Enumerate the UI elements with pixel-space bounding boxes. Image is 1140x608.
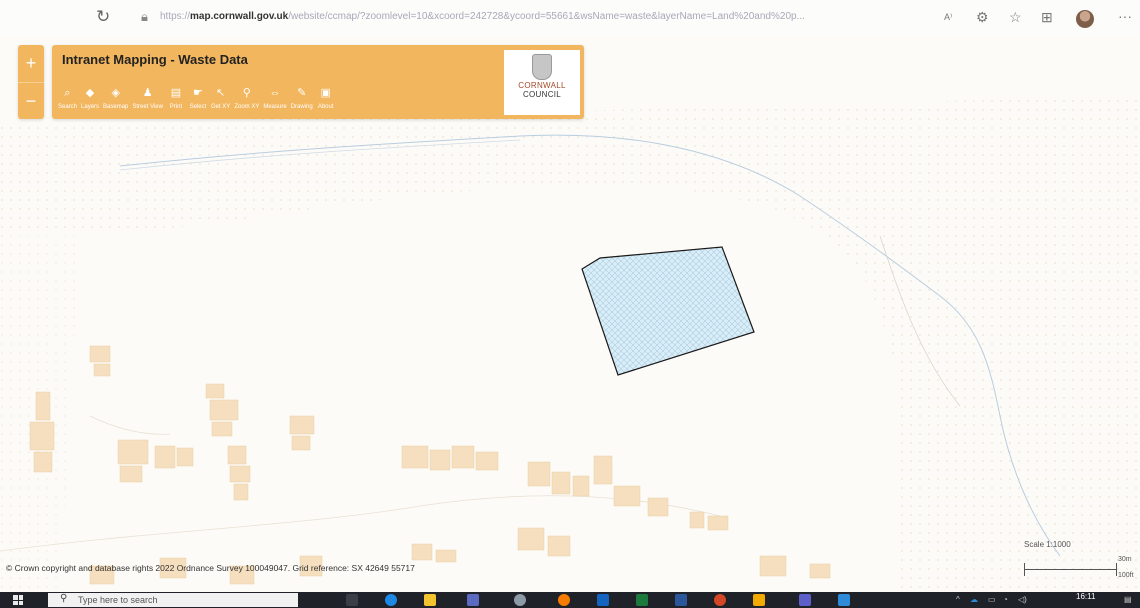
volume-icon[interactable]: ◁) [1018,595,1027,604]
tool-label: Select [189,104,207,110]
zoom-out-button[interactable]: − [18,82,44,119]
search-icon: ⚲ [60,593,68,604]
windows-start-icon[interactable] [13,595,23,605]
tool-layers[interactable]: ◆ Layers [81,85,99,110]
print-icon: ▤ [170,87,182,99]
tool-label: About [317,104,334,110]
woodland-area [0,96,1140,592]
paint-icon[interactable] [514,594,526,606]
scale-feet: 100ft [1118,572,1134,579]
copyright-text: © Crown copyright and database rights 20… [6,563,415,573]
zoom-control: + − [18,45,44,119]
tool-print[interactable]: ▤ Print [167,85,185,110]
layers-icon: ◆ [85,87,95,99]
buildings [29,345,831,585]
read-aloud-icon[interactable]: A⁾ [944,12,952,23]
scale-tick [1116,563,1117,576]
tool-label: Drawing [290,104,313,110]
url-prefix: https:// [160,11,191,22]
url-path: /website/ccmap/?zoomlevel=10&xcoord=2427… [288,11,805,22]
notifications-icon[interactable]: ▤ [1124,595,1132,604]
url-domain: map.cornwall.gov.uk [190,11,289,22]
refresh-icon[interactable]: ↻ [96,7,110,27]
excel-icon[interactable] [636,594,648,606]
cornwall-council-logo: CORNWALL COUNCIL [504,50,580,115]
file-explorer-icon[interactable] [424,594,436,606]
tool-label: Layers [81,104,100,110]
tool-zoom-xy[interactable]: ⚲ Zoom XY [234,85,259,110]
toolbar-panel: Intranet Mapping - Waste Data ⌕ Search ◆… [52,45,584,119]
url-field[interactable]: https://map.cornwall.gov.uk/website/ccma… [160,11,940,22]
zoom-xy-icon: ⚲ [242,87,251,99]
tool-label: Zoom XY [234,104,260,110]
tool-drawing[interactable]: ✎ Drawing [291,85,313,110]
search-icon: ⌕ [64,87,71,99]
powerpoint-icon[interactable] [714,594,726,606]
tool-label: Street View [132,104,163,110]
chrome-icon[interactable] [558,594,570,606]
network-icon[interactable]: ◔ [1003,595,1008,604]
logo-line-1: CORNWALL [518,81,566,90]
scale-tick [1024,563,1025,576]
clock[interactable]: 16:11 [1076,592,1095,601]
favorites-icon[interactable]: ☆ [1009,9,1022,26]
search-placeholder: Type here to search [78,595,158,605]
tool-label: Get XY [210,104,231,110]
tool-list: ⌕ Search ◆ Layers ◈ Basemap ♟ Street Vie… [58,85,339,110]
scale-label: Scale 1:1000 [1024,540,1071,549]
logo-line-2: COUNCIL [522,90,562,99]
tool-label: Search [58,104,78,110]
basemap-icon: ◈ [111,87,120,99]
browser-address-bar: ↻ 🔒︎ https://map.cornwall.gov.uk/website… [0,0,1140,36]
crest-icon [532,54,552,80]
taskbar-search[interactable]: ⚲ Type here to search [48,593,298,607]
drawing-icon: ✎ [297,87,307,99]
get-xy-icon: ↖ [216,87,226,99]
tool-select[interactable]: ☛ Select [189,85,207,110]
road-edge [0,495,721,552]
map-canvas[interactable] [0,36,1140,592]
lock-icon[interactable]: 🔒︎ [141,9,148,25]
tool-get-xy[interactable]: ↖ Get XY [211,85,230,110]
tool-street-view[interactable]: ♟ Street View [132,85,163,110]
map-drawing [0,96,1140,592]
tool-about[interactable]: ▣ About [317,85,335,110]
tool-label: Basemap [103,104,129,110]
tool-measure[interactable]: ⇔ Measure [263,85,286,110]
scale-line [1024,569,1116,570]
teams-icon[interactable] [799,594,811,606]
onedrive-icon[interactable]: ☁ [970,595,978,604]
tray-chevron-icon[interactable]: ^ [956,595,960,604]
tool-label: Measure [263,104,287,110]
tool-label: Print [169,104,183,110]
profile-avatar[interactable] [1076,10,1094,28]
extensions-icon[interactable]: ⚙ [976,9,989,26]
collections-icon[interactable]: ⊞ [1041,9,1053,26]
app-title: Intranet Mapping - Waste Data [62,52,248,67]
about-icon: ▣ [320,87,331,99]
tool-basemap[interactable]: ◈ Basemap [103,85,128,110]
task-view-icon[interactable] [346,594,358,606]
measure-icon: ⇔ [269,87,281,99]
app-icon[interactable] [838,594,850,606]
power-bi-icon[interactable] [753,594,765,606]
more-icon[interactable]: ··· [1118,8,1132,24]
zoom-in-button[interactable]: + [18,45,44,82]
select-icon: ☛ [193,87,203,99]
edge-icon[interactable] [385,594,397,606]
windows-taskbar: ⚲ Type here to search ^ ☁ ▭ ◔ ◁) 16:11 ▤ [0,592,1140,608]
outlook-icon[interactable] [597,594,609,606]
scale-metres: 30m [1118,556,1132,563]
word-icon[interactable] [675,594,687,606]
tool-search[interactable]: ⌕ Search [58,85,77,110]
calendar-icon[interactable] [467,594,479,606]
road-edge-2 [89,415,171,435]
battery-icon[interactable]: ▭ [988,595,996,604]
selected-parcel [581,246,755,376]
scale-bar: 30m 100ft [1020,556,1134,581]
street-view-icon: ♟ [142,87,153,99]
